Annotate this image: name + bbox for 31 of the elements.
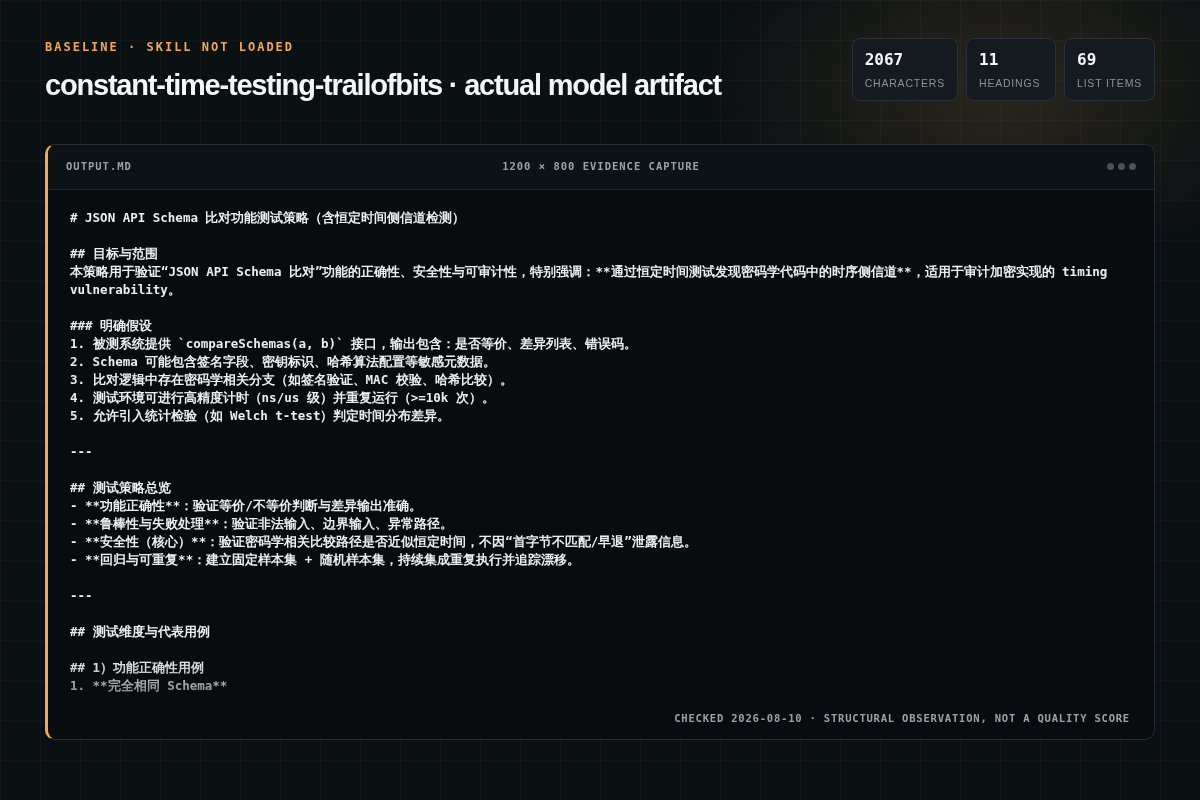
markdown-line: ---	[70, 586, 94, 605]
markdown-line: 本策略用于验证“JSON API Schema 比对”功能的正确性、安全性与可审计性，特别强调：**通过恒定时间测试发现密码学代码中的时序侧信道**，适用于审计加密实现的 timing vulnerability。	[70, 262, 1109, 299]
markdown-line: 5. 允许引入统计检验（如 Welch t-test）判定时间分布差异。	[70, 406, 452, 425]
markdown-line: ### 明确假设	[70, 316, 154, 335]
footer-note: CHECKED 2026-08-10 · STRUCTURAL OBSERVATION, NOT A QUALITY SCORE	[674, 710, 1130, 726]
markdown-line: - **安全性（核心）**：验证密码学相关比较路径是否近似恒定时间，不因“首字节不匹配/早退”泄露信息。	[70, 532, 698, 551]
stat-value: 11	[979, 49, 1000, 71]
markdown-line: # JSON API Schema 比对功能测试策略（含恒定时间侧信道检测）	[70, 208, 467, 227]
markdown-line: ## 1）功能正确性用例	[70, 658, 206, 677]
stat-label: HEADINGS	[979, 76, 1042, 91]
stat-label: LIST ITEMS	[1077, 76, 1142, 91]
markdown-line: ## 测试维度与代表用例	[70, 622, 211, 641]
eyebrow-label: BASELINE · SKILL NOT LOADED	[45, 39, 296, 56]
markdown-line: 1. 被测系统提供 `compareSchemas(a, b)` 接口，输出包含：是否等价、差异列表、错误码。	[70, 334, 639, 353]
markdown-line: ## 测试策略总览	[70, 478, 172, 497]
page-title: constant-time-testing-trailofbits · actual model artifact	[45, 68, 721, 103]
markdown-line: 1. **完全相同 Schema**	[70, 676, 229, 695]
markdown-line: - **鲁棒性与失败处理**：验证非法输入、边界输入、异常路径。	[70, 514, 455, 533]
stat-value: 69	[1077, 49, 1098, 71]
markdown-line: 4. 测试环境可进行高精度计时（ns/us 级）并重复运行（>=10k 次）。	[70, 388, 496, 407]
stat-label: CHARACTERS	[864, 76, 945, 91]
markdown-line: ## 目标与范围	[70, 244, 159, 263]
file-name: OUTPUT.MD	[66, 158, 133, 174]
dots-icon	[1107, 163, 1136, 170]
markdown-line: ---	[70, 442, 94, 461]
markdown-line: 3. 比对逻辑中存在密码学相关分支（如签名验证、MAC 校验、哈希比较）。	[70, 370, 514, 389]
stat-value: 2067	[864, 49, 905, 71]
panel-caption: 1200 × 800 EVIDENCE CAPTURE	[502, 158, 700, 174]
markdown-line: - **功能正确性**：验证等价/不等价判断与差异输出准确。	[70, 496, 423, 515]
markdown-line: - **回归与可重复**：建立固定样本集 + 随机样本集，持续集成重复执行并追踪漂移。	[70, 550, 581, 569]
markdown-line: 2. Schema 可能包含签名字段、密钥标识、哈希算法配置等敏感元数据。	[70, 352, 498, 371]
